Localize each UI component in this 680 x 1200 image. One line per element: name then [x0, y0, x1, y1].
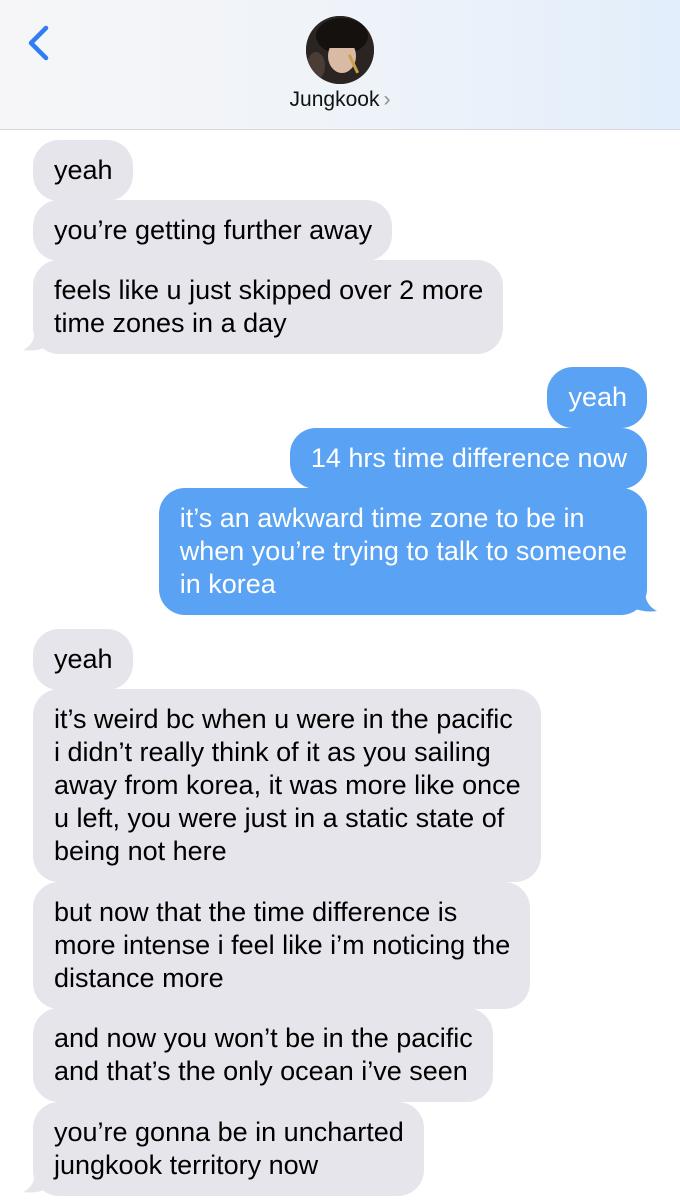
incoming-message[interactable]: and now you won’t be in the pacific and … — [33, 1008, 493, 1102]
message-text: you’re getting further away — [54, 215, 373, 245]
incoming-message[interactable]: yeah — [33, 629, 133, 690]
incoming-message[interactable]: you’re getting further away — [33, 200, 393, 261]
message-line: you’re gonna be in uncharted — [54, 1117, 404, 1147]
message-line: but now that the time difference is — [54, 897, 458, 927]
message-thread: yeah you’re getting further away feels l… — [0, 0, 680, 1200]
message-line: i didn’t really think of it as you saili… — [54, 737, 491, 767]
message-line: when you’re trying to talk to someone — [179, 536, 627, 566]
message-line: distance more — [54, 963, 224, 993]
message-line: and that’s the only ocean i’ve seen — [54, 1056, 468, 1086]
outgoing-message[interactable]: 14 hrs time difference now — [289, 428, 647, 489]
bubble-tail — [631, 591, 657, 612]
message-text: 14 hrs time difference now — [310, 443, 627, 473]
message-line: u left, you were just in a static state … — [54, 803, 505, 833]
incoming-message[interactable]: you’re gonna be in uncharted jungkook te… — [33, 1102, 424, 1196]
incoming-message[interactable]: but now that the time difference is more… — [33, 882, 531, 1009]
message-line: it’s an awkward time zone to be in — [179, 503, 585, 533]
message-line: away from korea, it was more like once — [54, 770, 521, 800]
message-line: in korea — [179, 569, 276, 599]
message-line: more intense i feel like i’m noticing th… — [54, 930, 511, 960]
bubble-tail — [23, 330, 49, 351]
message-line: jungkook territory now — [54, 1150, 319, 1180]
message-line: feels like u just skipped over 2 more — [54, 275, 484, 305]
incoming-message[interactable]: it’s weird bc when u were in the pacific… — [33, 689, 541, 882]
message-text: yeah — [54, 644, 113, 674]
message-text: yeah — [568, 382, 627, 412]
message-line: and now you won’t be in the pacific — [54, 1023, 473, 1053]
message-line: it’s weird bc when u were in the pacific — [54, 704, 513, 734]
incoming-message[interactable]: yeah — [33, 140, 133, 201]
message-text: yeah — [54, 155, 113, 185]
outgoing-message[interactable]: yeah — [547, 367, 647, 428]
outgoing-message[interactable]: it’s an awkward time zone to be in when … — [158, 488, 647, 615]
incoming-message[interactable]: feels like u just skipped over 2 more ti… — [33, 260, 504, 354]
bubble-tail — [23, 1172, 49, 1193]
message-line: time zones in a day — [54, 308, 287, 338]
message-line: being not here — [54, 836, 227, 866]
